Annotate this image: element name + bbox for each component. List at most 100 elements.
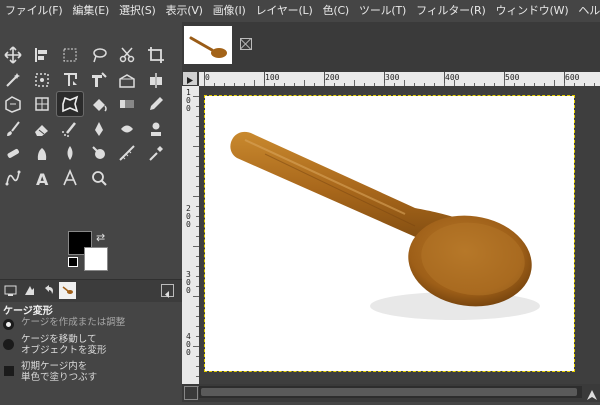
- radio-move-cage[interactable]: [3, 339, 14, 350]
- canvas-viewport[interactable]: [199, 86, 600, 384]
- tool-paths[interactable]: [57, 166, 83, 190]
- swap-colors-icon[interactable]: ⇄: [96, 231, 105, 244]
- tool-dodge[interactable]: [57, 141, 83, 165]
- menu-item-10[interactable]: ヘルプ(H): [573, 0, 600, 22]
- tool-foreground-select[interactable]: [29, 92, 55, 116]
- menu-item-6[interactable]: 色(C): [318, 0, 354, 22]
- menu-item-9[interactable]: ウィンドウ(W): [491, 0, 574, 22]
- tool-text[interactable]: A: [29, 166, 55, 190]
- configure-tab-icon[interactable]: [161, 284, 174, 298]
- h-ruler-label: 200: [325, 73, 340, 82]
- radio-create-cage[interactable]: [3, 319, 14, 330]
- clone-icon: [34, 72, 49, 87]
- text-icon: A: [36, 170, 49, 187]
- tool-mypaint[interactable]: [114, 117, 140, 141]
- blend-icon: [120, 100, 134, 108]
- tab-tool-options[interactable]: [2, 282, 19, 299]
- tool-lasso[interactable]: [86, 43, 112, 67]
- image-tab-thumbnail[interactable]: [184, 26, 232, 64]
- tool-blend[interactable]: [114, 92, 140, 116]
- tool-warp[interactable]: [0, 92, 26, 116]
- spoon-thumbnail-icon: [62, 286, 73, 294]
- ruler-corner-menu-icon[interactable]: [183, 72, 197, 85]
- device-status-icon: [25, 286, 34, 295]
- tab-device-status[interactable]: [21, 282, 38, 299]
- foreground-select-icon: [34, 97, 49, 111]
- dodge-icon: [67, 146, 73, 160]
- tab-images[interactable]: [59, 282, 76, 299]
- free-select-icon: [63, 48, 77, 62]
- text-transform-icon: [91, 71, 107, 87]
- tool-rotate[interactable]: [57, 68, 83, 92]
- tool-airbrush[interactable]: [57, 117, 83, 141]
- tool-cage-transform[interactable]: [56, 91, 84, 117]
- navigate-icon[interactable]: [586, 386, 598, 400]
- tool-flip[interactable]: [143, 68, 169, 92]
- default-colors-icon[interactable]: [68, 257, 78, 267]
- tool-crop[interactable]: [143, 43, 169, 67]
- menu-item-3[interactable]: 表示(V): [161, 0, 208, 22]
- horizontal-ruler[interactable]: 0 100 200 300 400 500 600: [199, 72, 600, 86]
- horizontal-scrollbar-thumb[interactable]: [201, 388, 577, 396]
- zoom-icon: [91, 170, 107, 186]
- tool-clone[interactable]: [29, 68, 55, 92]
- tool-text-transform[interactable]: [86, 68, 112, 92]
- v-ruler-label: 0: [186, 104, 191, 113]
- tool-fuzzy-select[interactable]: [0, 68, 26, 92]
- menu-item-2[interactable]: 選択(S): [114, 0, 161, 22]
- tool-color-picker[interactable]: [143, 141, 169, 165]
- lasso-icon: [92, 48, 107, 63]
- airbrush-icon: [62, 121, 76, 137]
- tool-scissors[interactable]: [114, 43, 140, 67]
- path-icon: [5, 170, 21, 185]
- menu-item-8[interactable]: フィルター(R): [411, 0, 490, 22]
- tool-zoom[interactable]: [86, 166, 112, 190]
- close-image-tab-icon[interactable]: [240, 38, 252, 50]
- menu-item-0[interactable]: ファイル(F): [0, 0, 68, 22]
- perspective-icon: [119, 73, 135, 88]
- fuzzy-select-icon: [6, 72, 20, 87]
- checkbox-fill-cage[interactable]: [4, 366, 14, 376]
- tool-align[interactable]: [29, 43, 55, 67]
- tool-clone-stamp[interactable]: [143, 117, 169, 141]
- heal-icon: [7, 149, 19, 158]
- ink-icon: [94, 121, 103, 136]
- tool-move[interactable]: [0, 43, 26, 67]
- tool-free-select[interactable]: [57, 43, 83, 67]
- undo-icon: [45, 285, 53, 294]
- measure-icon: [119, 145, 135, 161]
- radio-create-cage-label: ケージを作成または調整: [21, 317, 126, 328]
- svg-text:A: A: [36, 170, 49, 187]
- tab-undo-history[interactable]: [40, 282, 57, 299]
- warp-icon: [5, 96, 21, 113]
- background-color-swatch[interactable]: [84, 247, 108, 271]
- v-ruler-label: 0: [186, 286, 191, 295]
- tool-perspective[interactable]: [114, 68, 140, 92]
- tool-heal[interactable]: [0, 141, 26, 165]
- align-icon: [34, 48, 47, 62]
- menubar: ファイル(F) 編集(E) 選択(S) 表示(V) 画像(I) レイヤー(L) 色(C) ツー…: [0, 0, 600, 22]
- quick-mask-toggle-icon[interactable]: [184, 386, 198, 400]
- tool-smudge[interactable]: [29, 141, 55, 165]
- crop-icon: [147, 47, 164, 63]
- tool-pencil[interactable]: [143, 92, 169, 116]
- h-ruler-label: 0: [205, 73, 210, 82]
- image-canvas[interactable]: [204, 95, 575, 372]
- tool-path[interactable]: [0, 166, 26, 190]
- fg-bg-color-selector[interactable]: ⇄: [68, 231, 110, 271]
- menu-item-4[interactable]: 画像(I): [208, 0, 251, 22]
- scissors-icon: [119, 47, 135, 63]
- tool-measure[interactable]: [114, 141, 140, 165]
- horizontal-scrollbar[interactable]: [199, 386, 582, 398]
- tool-blur[interactable]: [86, 141, 112, 165]
- menu-item-7[interactable]: ツール(T): [354, 0, 411, 22]
- tool-eraser[interactable]: [29, 117, 55, 141]
- tool-ink[interactable]: [86, 117, 112, 141]
- menu-item-5[interactable]: レイヤー(L): [251, 0, 318, 22]
- tool-paintbrush[interactable]: [0, 117, 26, 141]
- menu-item-1[interactable]: 編集(E): [68, 0, 115, 22]
- tool-bucket-fill[interactable]: [86, 92, 112, 116]
- blur-icon: [91, 146, 105, 159]
- vertical-ruler[interactable]: 100200300400: [182, 86, 199, 387]
- tool-options-panel: ケージ変形 ケージを作成または調整 ケージを移動して オブジェクトを変形 初期ケ…: [0, 302, 182, 402]
